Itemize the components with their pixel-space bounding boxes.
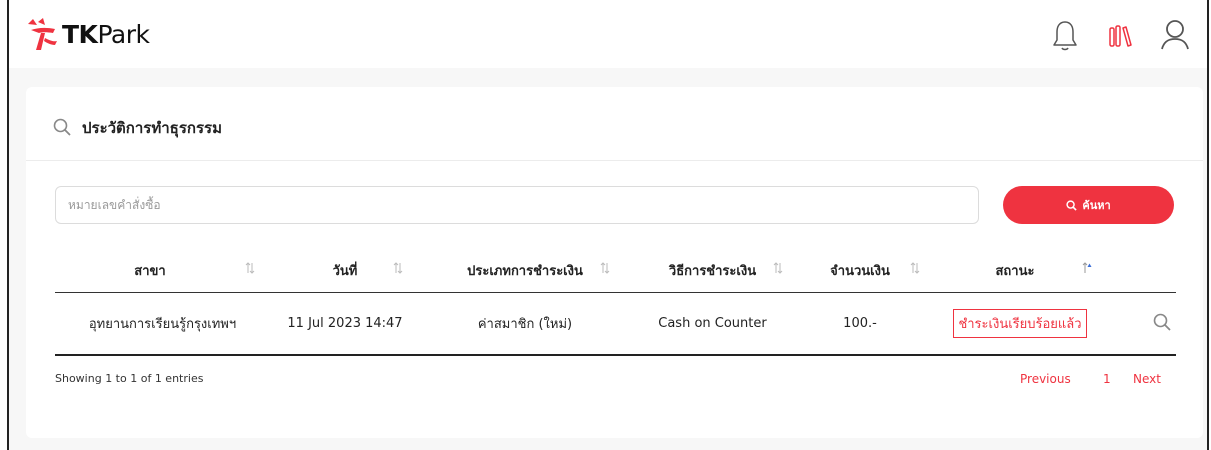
cell-date: 11 Jul 2023 14:47 [287,316,403,331]
next-page-link[interactable]: Next [1133,372,1161,386]
column-header-payment-type[interactable]: ประเภทการชำระเงิน [435,248,615,292]
card-header: ประวัติการทำธุรกรรม [26,87,1203,161]
column-header-amount[interactable]: จำนวนเงิน [805,248,915,292]
bell-icon[interactable] [1049,18,1081,52]
previous-page-link[interactable]: Previous [1020,372,1071,386]
books-icon[interactable] [1105,18,1137,52]
cell-branch: อุทยานการเรียนรู้กรุงเทพฯ [88,317,237,332]
search-icon [53,118,71,136]
sort-icon[interactable] [245,262,255,274]
cell-status: ชำระเงินเรียบร้อยแล้ว [935,293,1105,354]
column-header-branch[interactable]: สาขา [55,248,245,292]
table-row[interactable]: อุทยานการเรียนรู้กรุงเทพฯ 11 Jul 2023 14… [55,293,1176,356]
sort-icon[interactable] [773,262,783,274]
pagination-info: Showing 1 to 1 of 1 entries [55,372,204,385]
app-window: TKPark ประวัติการทำธุรกรรม หมายเลขคำสั่ง… [7,0,1209,450]
search-button-label: ค้นหา [1082,199,1111,212]
column-header-status[interactable]: สถานะ [935,248,1095,292]
tkpark-logo[interactable]: TKPark [25,14,150,54]
table-header: สาขา วันที่ ประเภทการชำระเงิน วิธีการชำร… [55,248,1176,293]
sort-icon[interactable] [910,262,920,274]
search-icon [1066,199,1078,211]
user-icon[interactable] [1159,18,1191,52]
top-navbar: TKPark [9,0,1207,68]
search-button[interactable]: ค้นหา [1003,186,1174,224]
cell-payment-type: ค่าสมาชิก (ใหม่) [477,317,573,332]
transaction-history-card: ประวัติการทำธุรกรรม ค้นหา สาขา วันที่ ปร… [26,87,1203,438]
tkpark-logo-icon [28,18,57,50]
sort-icon[interactable] [393,262,403,274]
brand-name: TKPark [62,19,150,49]
page-1-link[interactable]: 1 [1103,372,1111,386]
transactions-table: สาขา วันที่ ประเภทการชำระเงิน วิธีการชำร… [55,248,1176,356]
cell-amount: 100.- [843,316,877,331]
sort-ascending-icon[interactable] [1082,262,1092,274]
cell-payment-method: Cash on Counter [658,316,767,331]
column-header-payment-method[interactable]: วิธีการชำระเงิน [630,248,795,292]
status-badge: ชำระเงินเรียบร้อยแล้ว [953,309,1087,338]
view-details-icon[interactable] [1153,313,1171,331]
order-number-search-input[interactable] [55,186,979,224]
sort-icon[interactable] [600,262,610,274]
page-title: ประวัติการทำธุรกรรม [82,119,222,137]
